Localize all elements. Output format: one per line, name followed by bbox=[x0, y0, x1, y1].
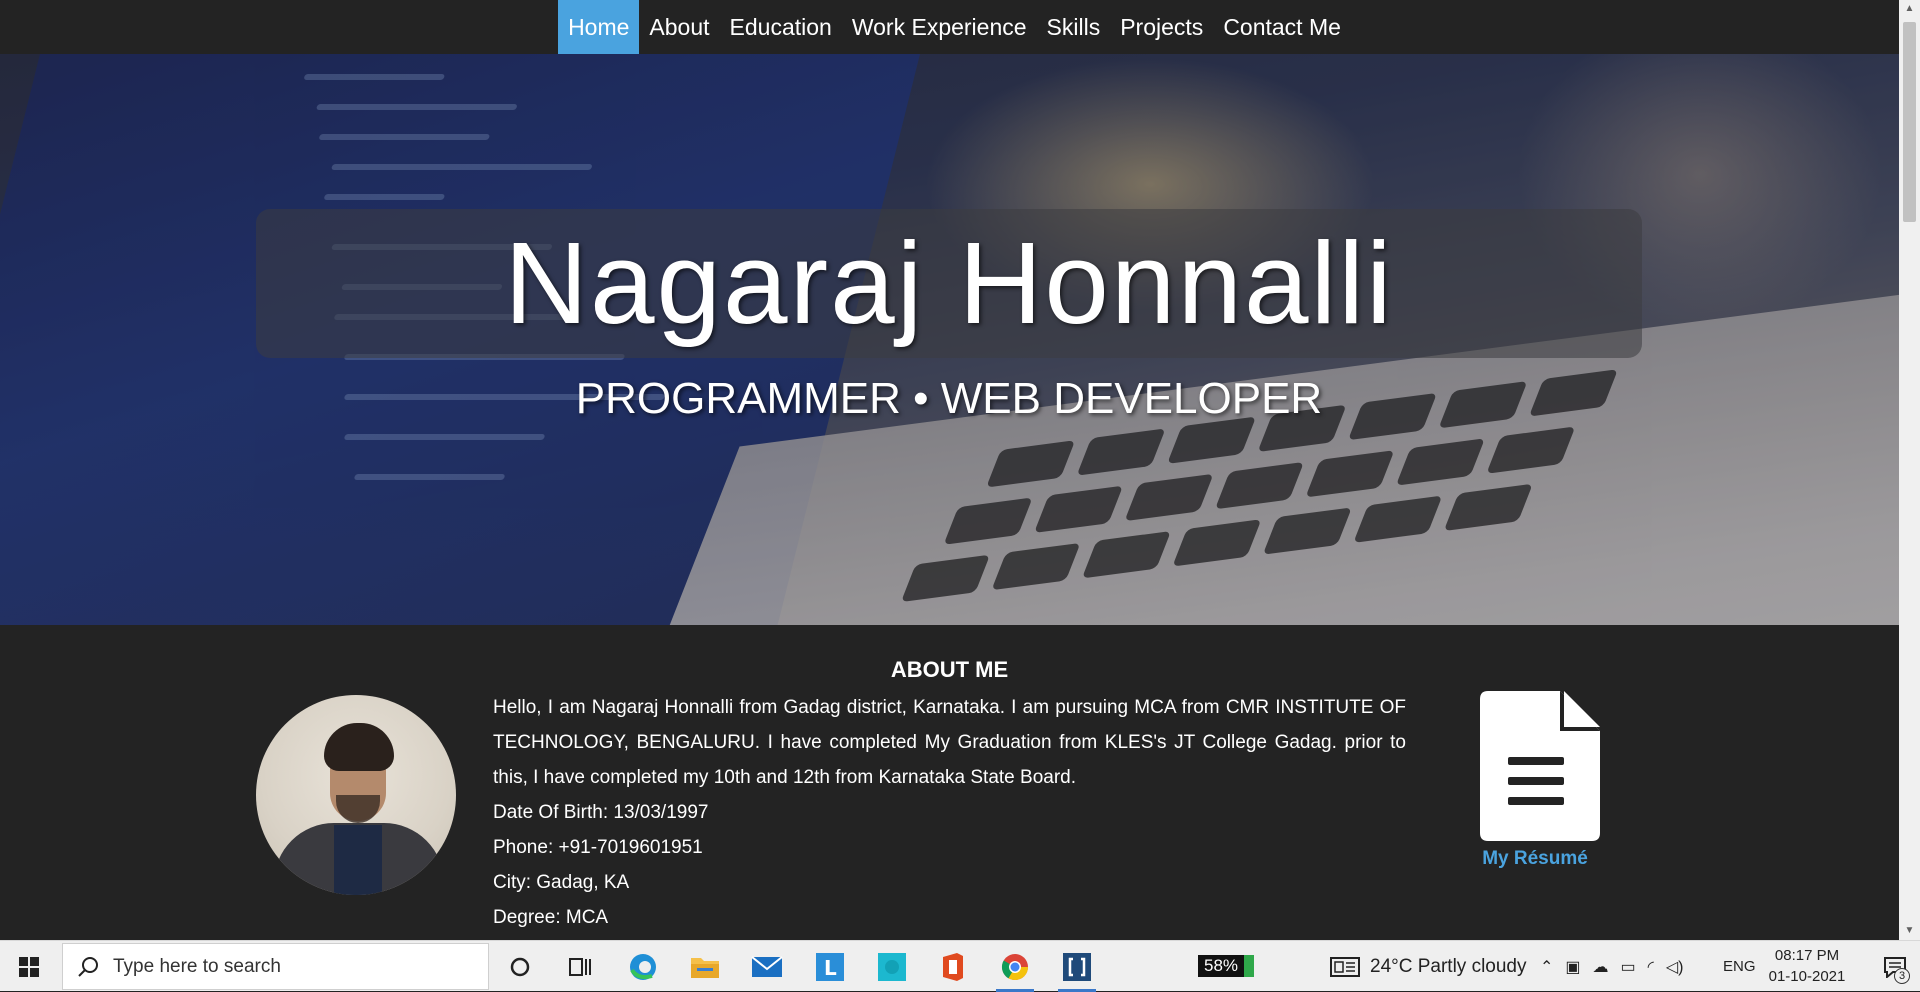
cyan-app-icon[interactable] bbox=[865, 946, 919, 988]
nav-menu: Home About Education Work Experience Ski… bbox=[558, 0, 1351, 54]
file-explorer-icon[interactable] bbox=[678, 946, 732, 988]
weather-text: 24°C Partly cloudy bbox=[1370, 955, 1527, 977]
hero-subtitle: PROGRAMMER • WEB DEVELOPER bbox=[575, 374, 1323, 423]
about-degree: Degree: MCA bbox=[493, 907, 609, 928]
search-placeholder: Type here to search bbox=[113, 955, 281, 977]
mail-icon[interactable] bbox=[740, 946, 794, 988]
cortana-icon[interactable] bbox=[493, 946, 547, 988]
windows-logo-icon bbox=[19, 956, 39, 977]
edge-icon[interactable] bbox=[616, 946, 670, 988]
taskbar-search[interactable]: Type here to search bbox=[62, 943, 489, 990]
about-phone: Phone: +91-7019601951 bbox=[493, 837, 703, 858]
notification-center-button[interactable]: 3 bbox=[1870, 941, 1920, 992]
meet-now-icon[interactable]: ▣ bbox=[1565, 957, 1580, 977]
about-city: City: Gadag, KA bbox=[493, 872, 630, 893]
system-tray: ⌃ ▣ ☁ ▭ ◜ ◁) bbox=[1540, 941, 1696, 992]
nav-item-home[interactable]: Home bbox=[558, 0, 640, 54]
wifi-icon[interactable]: ◜ bbox=[1648, 957, 1654, 977]
nav-item-contact-me[interactable]: Contact Me bbox=[1213, 0, 1351, 54]
top-nav: Home About Education Work Experience Ski… bbox=[0, 0, 1899, 54]
system-clock[interactable]: 08:17 PM 01-10-2021 bbox=[1762, 945, 1852, 987]
nav-item-about[interactable]: About bbox=[639, 0, 719, 54]
page-scrollbar[interactable]: ▲ ▼ bbox=[1899, 0, 1920, 940]
about-details: Hello, I am Nagaraj Honnalli from Gadag … bbox=[493, 690, 1406, 935]
nav-item-skills[interactable]: Skills bbox=[1037, 0, 1111, 54]
resume-label: My Résumé bbox=[1482, 848, 1588, 869]
onedrive-icon[interactable]: ☁ bbox=[1593, 957, 1609, 977]
volume-icon[interactable]: ◁) bbox=[1666, 957, 1684, 977]
l-app-icon[interactable]: L bbox=[803, 946, 857, 988]
profile-avatar bbox=[256, 695, 456, 895]
chrome-icon[interactable] bbox=[988, 946, 1042, 992]
start-button[interactable] bbox=[0, 941, 58, 992]
notification-count-badge: 3 bbox=[1894, 968, 1910, 984]
news-icon bbox=[1330, 956, 1360, 977]
hero-banner: Nagaraj Honnalli PROGRAMMER • WEB DEVELO… bbox=[0, 54, 1899, 625]
weather-widget[interactable]: 24°C Partly cloudy bbox=[1330, 941, 1527, 992]
hero-name: Nagaraj Honnalli bbox=[504, 218, 1394, 348]
battery-icon[interactable]: ▭ bbox=[1621, 957, 1636, 977]
task-view-icon[interactable] bbox=[553, 946, 607, 988]
nav-item-work-experience[interactable]: Work Experience bbox=[842, 0, 1037, 54]
about-section: ABOUT ME Hello, I am Nagaraj Honnalli fr… bbox=[0, 625, 1899, 940]
battery-indicator[interactable]: 58% bbox=[1198, 955, 1254, 977]
brackets-icon[interactable] bbox=[1050, 946, 1104, 992]
resume-link[interactable]: My Résumé bbox=[1470, 691, 1600, 870]
svg-text:L: L bbox=[824, 956, 837, 980]
clock-time: 08:17 PM bbox=[1774, 947, 1840, 964]
about-intro: Hello, I am Nagaraj Honnalli from Gadag … bbox=[493, 697, 1406, 788]
chevron-up-icon[interactable]: ⌃ bbox=[1540, 957, 1553, 977]
nav-item-education[interactable]: Education bbox=[720, 0, 842, 54]
scroll-down-arrow-icon[interactable]: ▼ bbox=[1899, 922, 1920, 940]
scroll-thumb[interactable] bbox=[1903, 22, 1916, 222]
nav-item-projects[interactable]: Projects bbox=[1110, 0, 1213, 54]
document-icon bbox=[1480, 691, 1600, 841]
scroll-up-arrow-icon[interactable]: ▲ bbox=[1899, 0, 1920, 18]
office-icon[interactable] bbox=[926, 946, 980, 988]
about-dob: Date Of Birth: 13/03/1997 bbox=[493, 802, 709, 823]
search-icon bbox=[78, 956, 98, 977]
clock-date: 01-10-2021 bbox=[1768, 968, 1846, 985]
windows-taskbar: Type here to search L 58% 24°C Partly cl… bbox=[0, 940, 1920, 992]
language-indicator[interactable]: ENG bbox=[1723, 941, 1756, 992]
about-title: ABOUT ME bbox=[890, 657, 1009, 682]
